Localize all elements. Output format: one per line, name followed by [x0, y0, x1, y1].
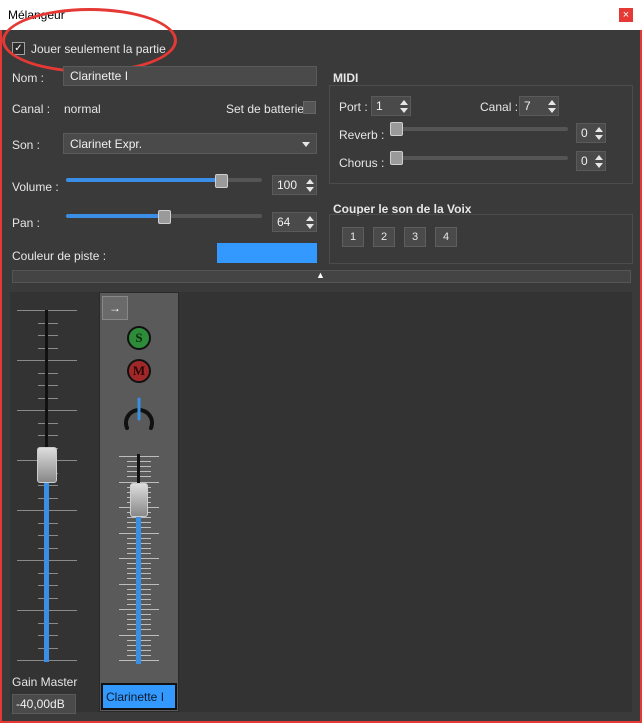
collapse-bar[interactable]: ▲ [12, 270, 631, 283]
midi-channel-spinbox[interactable]: 7 [519, 96, 559, 116]
pan-value: 64 [277, 215, 291, 229]
spin-up-icon[interactable] [548, 100, 556, 105]
chorus-label: Chorus : [339, 156, 385, 170]
reverb-slider-handle[interactable] [390, 122, 403, 136]
scale-tick [38, 398, 58, 399]
name-label: Nom : [12, 71, 45, 85]
spin-down-icon[interactable] [306, 224, 314, 229]
scale-tick [38, 385, 58, 386]
spin-down-icon[interactable] [595, 163, 603, 168]
pan-label: Pan : [12, 216, 41, 230]
scale-tick [38, 435, 58, 436]
voice-mute-button-4[interactable]: 4 [435, 227, 457, 247]
pan-slider-fill [66, 214, 164, 218]
chorus-spinbox[interactable]: 0 [576, 151, 606, 171]
expand-channel-icon[interactable]: → [102, 296, 128, 320]
sound-label: Son : [12, 138, 41, 152]
sound-select-value: Clarinet Expr. [70, 137, 143, 151]
drumset-label: Set de batterie [226, 102, 305, 116]
drumset-checkbox[interactable] [303, 101, 316, 114]
reverb-slider-track[interactable] [392, 127, 568, 131]
scale-tick [38, 373, 58, 374]
part-name-field[interactable]: Clarinette I [63, 66, 317, 86]
reverb-value: 0 [581, 126, 588, 140]
spin-up-icon[interactable] [306, 179, 314, 184]
volume-value: 100 [277, 178, 298, 192]
port-value: 1 [376, 99, 383, 113]
master-fader-fill [44, 465, 49, 662]
window-title: Mélangeur [8, 8, 65, 22]
solo-part-checkbox[interactable]: ✓ [12, 42, 25, 55]
volume-label: Volume : [12, 180, 59, 194]
midi-channel-value: 7 [524, 99, 531, 113]
reverb-label: Reverb : [339, 128, 385, 142]
spin-up-icon[interactable] [400, 100, 408, 105]
spin-down-icon[interactable] [306, 187, 314, 192]
volume-slider-fill [66, 178, 221, 182]
title-bar: Mélangeur × [0, 0, 642, 30]
scale-tick [38, 323, 58, 324]
channel-value: normal [64, 102, 101, 116]
solo-part-label: Jouer seulement la partie [31, 42, 166, 56]
channel-fader-handle[interactable] [130, 483, 148, 517]
sound-select[interactable]: Clarinet Expr. [63, 133, 317, 154]
mute-button[interactable]: M [127, 359, 151, 383]
reverb-spinbox[interactable]: 0 [576, 123, 606, 143]
port-label: Port : [339, 100, 368, 114]
master-gain-value[interactable]: -40,00dB [12, 694, 76, 714]
chorus-slider-track[interactable] [392, 156, 568, 160]
scale-tick [38, 348, 58, 349]
spin-up-icon[interactable] [595, 127, 603, 132]
pan-knob[interactable] [121, 395, 157, 433]
chorus-slider-handle[interactable] [390, 151, 403, 165]
scale-tick [38, 335, 58, 336]
spin-down-icon[interactable] [400, 108, 408, 113]
voice-mute-button-3[interactable]: 3 [404, 227, 426, 247]
chevron-down-icon [302, 142, 310, 147]
track-color-swatch[interactable] [217, 243, 317, 263]
midi-heading: MIDI [333, 71, 359, 85]
midi-channel-label: Canal : [480, 100, 519, 114]
spin-down-icon[interactable] [548, 108, 556, 113]
pan-slider-handle[interactable] [158, 210, 171, 224]
spin-up-icon[interactable] [306, 216, 314, 221]
track-color-label: Couleur de piste : [12, 249, 107, 263]
collapse-up-icon: ▲ [316, 270, 325, 280]
spin-down-icon[interactable] [595, 135, 603, 140]
master-gain-label: Gain Master [12, 675, 78, 689]
channel-fader-fill [136, 500, 141, 664]
pan-spinbox[interactable]: 64 [272, 212, 317, 232]
chorus-value: 0 [581, 154, 588, 168]
voice-mute-button-1[interactable]: 1 [342, 227, 364, 247]
spin-up-icon[interactable] [595, 155, 603, 160]
channel-name-label[interactable]: Clarinette I [101, 683, 177, 710]
volume-slider-handle[interactable] [215, 174, 228, 188]
solo-button[interactable]: S [127, 326, 151, 350]
port-spinbox[interactable]: 1 [371, 96, 411, 116]
scale-tick [38, 423, 58, 424]
master-fader-handle[interactable] [37, 447, 57, 483]
close-icon[interactable]: × [619, 8, 633, 22]
voice-mute-button-2[interactable]: 2 [373, 227, 395, 247]
channel-label: Canal : [12, 102, 51, 116]
volume-spinbox[interactable]: 100 [272, 175, 317, 195]
